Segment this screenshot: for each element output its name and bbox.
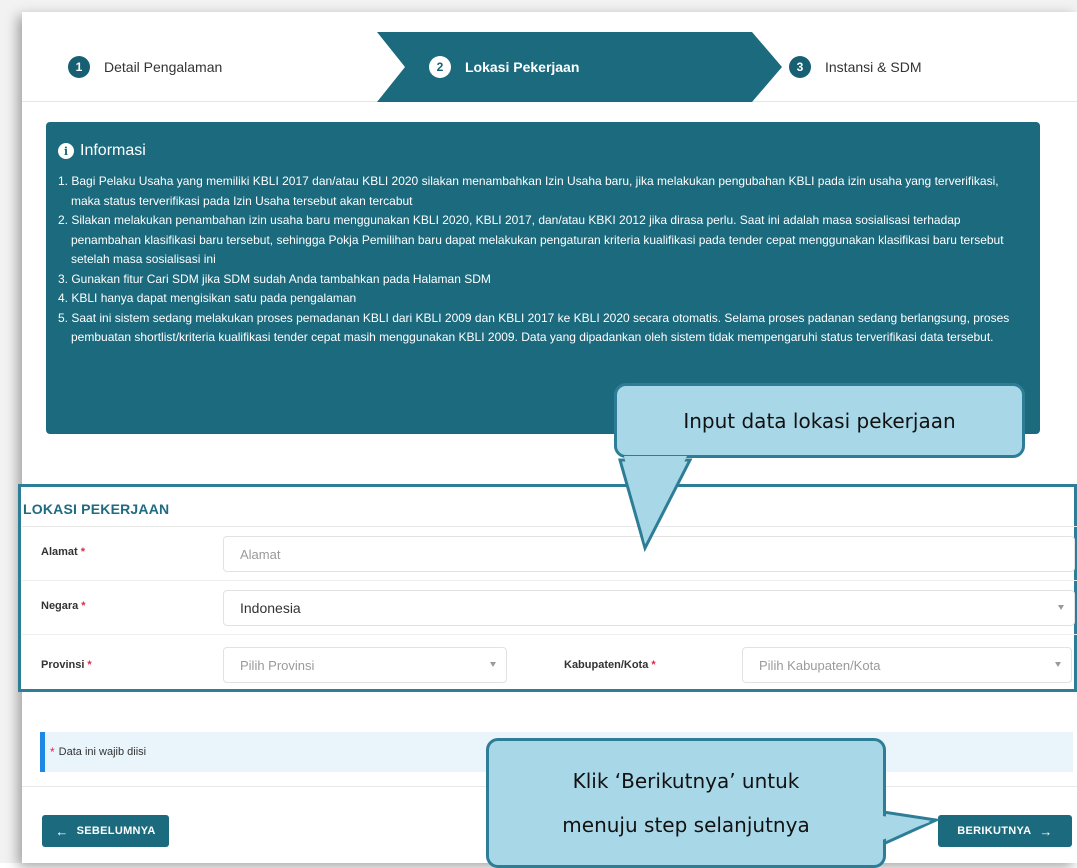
info-icon: i [58, 143, 74, 159]
arrow-right-icon: → [1039, 823, 1053, 839]
info-item: 3. Gunakan fitur Cari SDM jika SDM sudah… [58, 271, 491, 286]
section-title: LOKASI PEKERJAAN [23, 501, 170, 517]
info-list: 1. Bagi Pelaku Usaha yang memiliki KBLI … [58, 172, 1030, 348]
screenshot-frame: 1 Detail Pengalaman 2 Lokasi Pekerjaan 3… [0, 0, 1077, 868]
negara-label: Negara * [41, 600, 86, 612]
info-item: 2. Silakan melakukan penambahan izin usa… [58, 213, 1004, 266]
previous-button[interactable]: ← SEBELUMNYA [42, 815, 169, 847]
step-label: Instansi & SDM [825, 59, 922, 75]
callout-pointer-overlay [866, 814, 930, 846]
callout-berikutnya: Klik ‘Berikutnya’ untuk menuju step sela… [486, 738, 886, 868]
step-instansi-sdm[interactable]: 3 Instansi & SDM [789, 32, 921, 102]
step-detail-pengalaman[interactable]: 1 Detail Pengalaman [68, 32, 222, 102]
kabupaten-select[interactable]: Pilih Kabupaten/Kota [742, 647, 1072, 683]
step-lokasi-pekerjaan[interactable]: 2 Lokasi Pekerjaan [429, 32, 579, 102]
next-button[interactable]: BERIKUTNYA → [938, 815, 1072, 847]
negara-select[interactable]: Indonesia [223, 590, 1075, 626]
provinsi-label: Provinsi * [41, 659, 92, 671]
step-number: 2 [429, 56, 451, 78]
info-title-text: Informasi [80, 142, 146, 159]
step-number: 1 [68, 56, 90, 78]
section-divider [22, 526, 1077, 527]
alamat-label: Alamat * [41, 546, 85, 558]
arrow-left-icon: ← [55, 823, 69, 839]
chevron-down-icon [1055, 662, 1061, 667]
step-label: Detail Pengalaman [104, 59, 223, 75]
info-item: 4. KBLI hanya dapat mengisikan satu pada… [58, 291, 357, 305]
wizard-stepper: 1 Detail Pengalaman 2 Lokasi Pekerjaan 3… [22, 32, 1077, 102]
step-label: Lokasi Pekerjaan [465, 59, 580, 75]
kabupaten-label: Kabupaten/Kota * [564, 659, 656, 671]
chevron-down-icon [1058, 605, 1064, 610]
row-divider [22, 580, 1077, 581]
info-title: i Informasi [58, 142, 1030, 160]
row-divider [22, 634, 1077, 635]
step-number: 3 [789, 56, 811, 78]
info-item: 5. Saat ini sistem sedang melakukan pros… [58, 310, 1010, 345]
chevron-down-icon [490, 662, 496, 667]
callout-pointer-overlay [624, 456, 687, 544]
info-item: 1. Bagi Pelaku Usaha yang memiliki KBLI … [58, 174, 999, 208]
provinsi-select[interactable]: Pilih Provinsi [223, 647, 507, 683]
